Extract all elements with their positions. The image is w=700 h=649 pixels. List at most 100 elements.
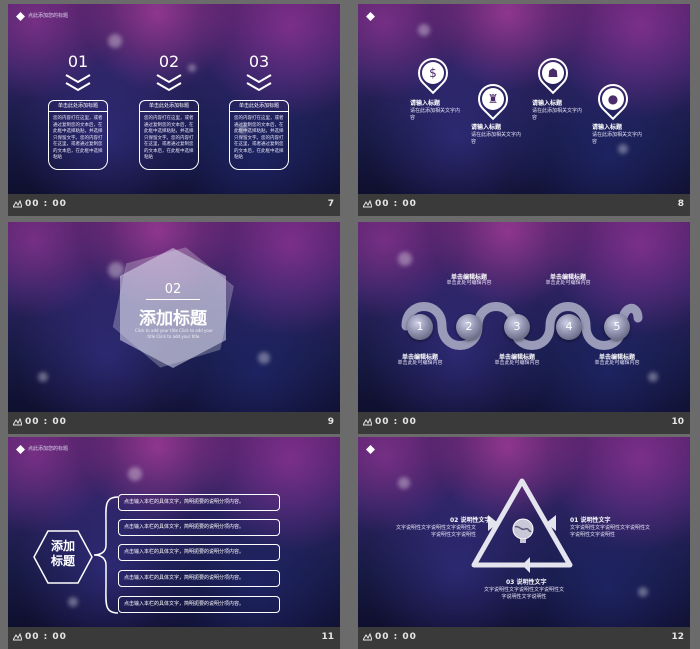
section-title: 添加标题 <box>139 309 207 329</box>
slide-thumbnail-9[interactable]: 02 添加标题 Click to add your title Click to… <box>8 222 340 434</box>
column-number: 02 <box>158 52 180 71</box>
team-icon: ☗ <box>547 66 559 80</box>
diamond-logo-icon <box>16 445 25 454</box>
label-text: 文字说明性文字说明性文字说明性文字说明性文字说明性 <box>483 587 564 600</box>
slide-footer: 00 : 00 7 <box>8 194 340 216</box>
caption-text: 单击此处可编辑内容 <box>397 360 443 366</box>
slide-transition-icon <box>13 418 22 426</box>
list-item: 点击输入本栏的具体文字，简明扼要的说明分项内容。 <box>118 570 280 587</box>
item-text: 请在此添加相关文字内容 <box>532 108 583 121</box>
slide-canvas: $ 请输入标题 请在此添加相关文字内容 ♜ 请输入标题 请在此添加相关文字内容 … <box>358 4 690 194</box>
bokeh-light <box>68 597 78 607</box>
item-title: 请输入标题 <box>592 124 623 131</box>
diamond-logo-icon <box>16 12 25 21</box>
slide-number: 8 <box>677 199 684 209</box>
item-text: 请在此添加相关文字内容 <box>471 132 522 145</box>
bokeh-light <box>398 477 410 489</box>
slide-time: 00 : 00 <box>375 632 417 642</box>
globe-icon <box>512 518 534 543</box>
bokeh-light <box>38 372 48 382</box>
item-text: 请在此添加相关文字内容 <box>592 132 643 145</box>
list-item: 点击输入本栏的具体文字，简明扼要的说明分项内容。 <box>118 519 280 536</box>
item-title: 请输入标题 <box>471 124 502 131</box>
bokeh-light <box>258 352 270 364</box>
slide-footer: 00 : 00 11 <box>8 627 340 649</box>
slide-number: 9 <box>327 417 334 427</box>
presenter-icon: ♜ <box>487 92 499 106</box>
slide-canvas: 02 说明性文字 文字说明性文字说明性文字说明性文字说明性文字说明性 01 说明… <box>358 437 690 627</box>
label-title: 02 说明性文字 <box>450 517 491 524</box>
item-title: 请输入标题 <box>532 100 563 107</box>
slide-canvas: 点此添加您的标题 添加 标题 点击输入本栏的具体文字，简明扼要的说明分项内容。 … <box>8 437 340 627</box>
step-circle: 2 <box>456 314 482 340</box>
step-circle: 1 <box>407 314 433 340</box>
label-title: 01 说明性文字 <box>570 517 611 524</box>
caption-text: 单击此处可编辑内容 <box>446 280 492 286</box>
slide-time: 00 : 00 <box>375 417 417 427</box>
item-title: 请输入标题 <box>410 100 441 107</box>
label-title: 03 说明性文字 <box>506 579 547 586</box>
dollar-person-icon: $ <box>429 66 437 80</box>
bokeh-light <box>648 372 658 382</box>
list-item: 点击输入本栏的具体文字，简明扼要的说明分项内容。 <box>118 544 280 561</box>
list-item: 点击输入本栏的具体文字，简明扼要的说明分项内容。 <box>118 596 280 613</box>
section-subtitle: Click to add your title Click to add you… <box>134 328 214 339</box>
slide-thumbnail-11[interactable]: 点此添加您的标题 添加 标题 点击输入本栏的具体文字，简明扼要的说明分项内容。 … <box>8 437 340 649</box>
slide-number: 12 <box>671 632 684 642</box>
slide-canvas: 02 添加标题 Click to add your title Click to… <box>8 222 340 412</box>
slide-thumbnail-10[interactable]: 1 2 3 4 5 单击编辑标题 单击此处可编辑内容 单击编辑标题 单击此处可编… <box>358 222 690 434</box>
slide-thumbnail-7[interactable]: 点此添加您的标题 01 单击此处添加标题 您的内容打在这里，或者通过复制您的文本… <box>8 4 340 216</box>
slide-time: 00 : 00 <box>25 199 67 209</box>
item-text: 请在此添加相关文字内容 <box>410 108 461 121</box>
label-text: 文字说明性文字说明性文字说明性文字说明性文字说明性 <box>396 525 477 538</box>
step-circle: 3 <box>504 314 530 340</box>
column-number: 03 <box>248 52 270 71</box>
slide-canvas: 点此添加您的标题 01 单击此处添加标题 您的内容打在这里，或者通过复制您的文本… <box>8 4 340 194</box>
chevron-down-icon <box>246 74 272 92</box>
slide-thumbnail-8[interactable]: $ 请输入标题 请在此添加相关文字内容 ♜ 请输入标题 请在此添加相关文字内容 … <box>358 4 690 216</box>
slide-transition-icon <box>13 200 22 208</box>
bokeh-light <box>418 24 430 36</box>
caption-text: 单击此处可编辑内容 <box>594 360 640 366</box>
slide-header: 点此添加您的标题 <box>28 13 69 19</box>
chevron-down-icon <box>65 74 91 92</box>
slide-footer: 00 : 00 10 <box>358 412 690 434</box>
column-body: 您的内容打在这里，或者通过复制您的文本后，在此框中选择粘贴，并选择只保留文字。您… <box>48 112 108 170</box>
list-item: 点击输入本栏的具体文字，简明扼要的说明分项内容。 <box>118 494 280 511</box>
slide-number: 10 <box>671 417 684 427</box>
column-tag: 单击此处添加标题 <box>139 100 199 112</box>
chevron-down-icon <box>156 74 182 92</box>
slide-footer: 00 : 00 8 <box>358 194 690 216</box>
step-circle: 5 <box>604 314 630 340</box>
slide-header: 点此添加您的标题 <box>28 446 69 452</box>
bokeh-light <box>128 467 142 481</box>
slide-thumbnail-12[interactable]: 02 说明性文字 文字说明性文字说明性文字说明性文字说明性文字说明性 01 说明… <box>358 437 690 649</box>
caption-text: 单击此处可编辑内容 <box>494 360 540 366</box>
bokeh-light <box>108 34 122 48</box>
slide-time: 00 : 00 <box>25 632 67 642</box>
slide-transition-icon <box>363 418 372 426</box>
bokeh-light <box>638 587 648 597</box>
column-number: 01 <box>67 52 89 71</box>
diamond-logo-icon <box>366 445 375 454</box>
column-body: 您的内容打在这里，或者通过复制您的文本后，在此框中选择粘贴，并选择只保留文字。您… <box>139 112 199 170</box>
slide-number: 7 <box>327 199 334 209</box>
slide-time: 00 : 00 <box>375 199 417 209</box>
column-body: 您的内容打在这里，或者通过复制您的文本后，在此框中选择粘贴，并选择只保留文字。您… <box>229 112 289 170</box>
slide-footer: 00 : 00 12 <box>358 627 690 649</box>
slide-transition-icon <box>363 633 372 641</box>
hex-title: 添加 标题 <box>50 539 75 568</box>
diamond-logo-icon <box>366 12 375 21</box>
slide-footer: 00 : 00 9 <box>8 412 340 434</box>
bokeh-light <box>188 64 196 72</box>
slide-transition-icon <box>363 200 372 208</box>
section-divider <box>146 299 200 300</box>
slide-number: 11 <box>321 632 334 642</box>
column-tag: 单击此处添加标题 <box>229 100 289 112</box>
bokeh-light <box>398 252 412 266</box>
caption-text: 单击此处可编辑内容 <box>545 280 591 286</box>
label-text: 文字说明性文字说明性文字说明性文字说明性文字说明性 <box>570 525 651 538</box>
slide-canvas: 1 2 3 4 5 单击编辑标题 单击此处可编辑内容 单击编辑标题 单击此处可编… <box>358 222 690 412</box>
step-circle: 4 <box>556 314 582 340</box>
slide-transition-icon <box>13 633 22 641</box>
